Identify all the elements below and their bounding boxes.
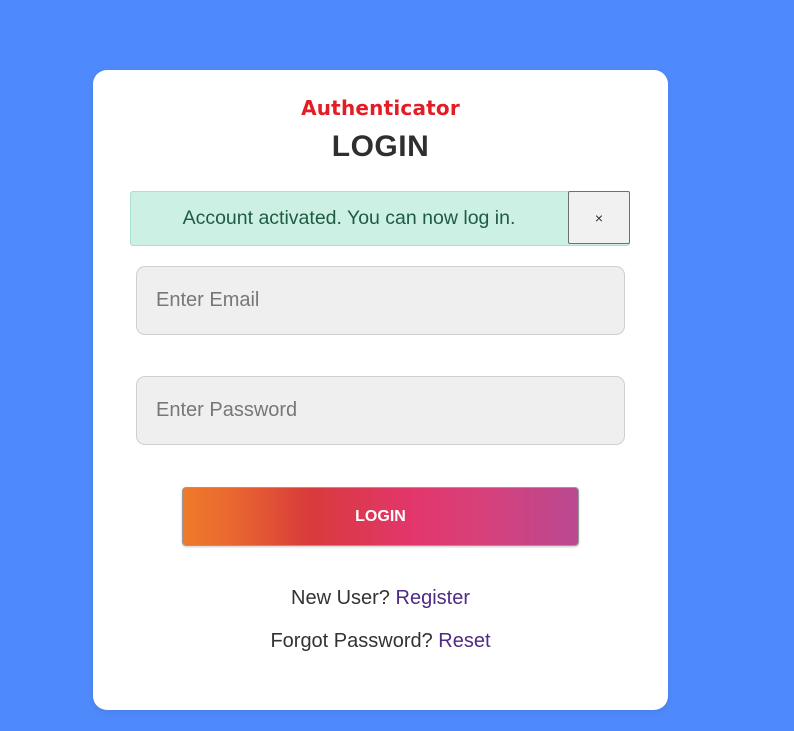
register-link[interactable]: Register (396, 587, 470, 609)
brand-logo: Authenticator (301, 96, 460, 120)
success-alert: Account activated. You can now log in. × (130, 191, 630, 246)
register-row: New User? Register (93, 587, 668, 610)
email-input[interactable] (136, 266, 625, 335)
password-input[interactable] (136, 376, 625, 445)
reset-prompt: Forgot Password? (270, 630, 433, 652)
register-prompt: New User? (291, 587, 390, 609)
reset-row: Forgot Password? Reset (93, 630, 668, 653)
alert-message: Account activated. You can now log in. (182, 207, 516, 229)
page-title: LOGIN (331, 130, 430, 163)
alert-close-button[interactable]: × (568, 191, 630, 244)
reset-link[interactable]: Reset (438, 630, 490, 652)
login-card: Authenticator LOGIN Account activated. Y… (93, 70, 668, 710)
login-button[interactable]: LOGIN (182, 487, 579, 546)
